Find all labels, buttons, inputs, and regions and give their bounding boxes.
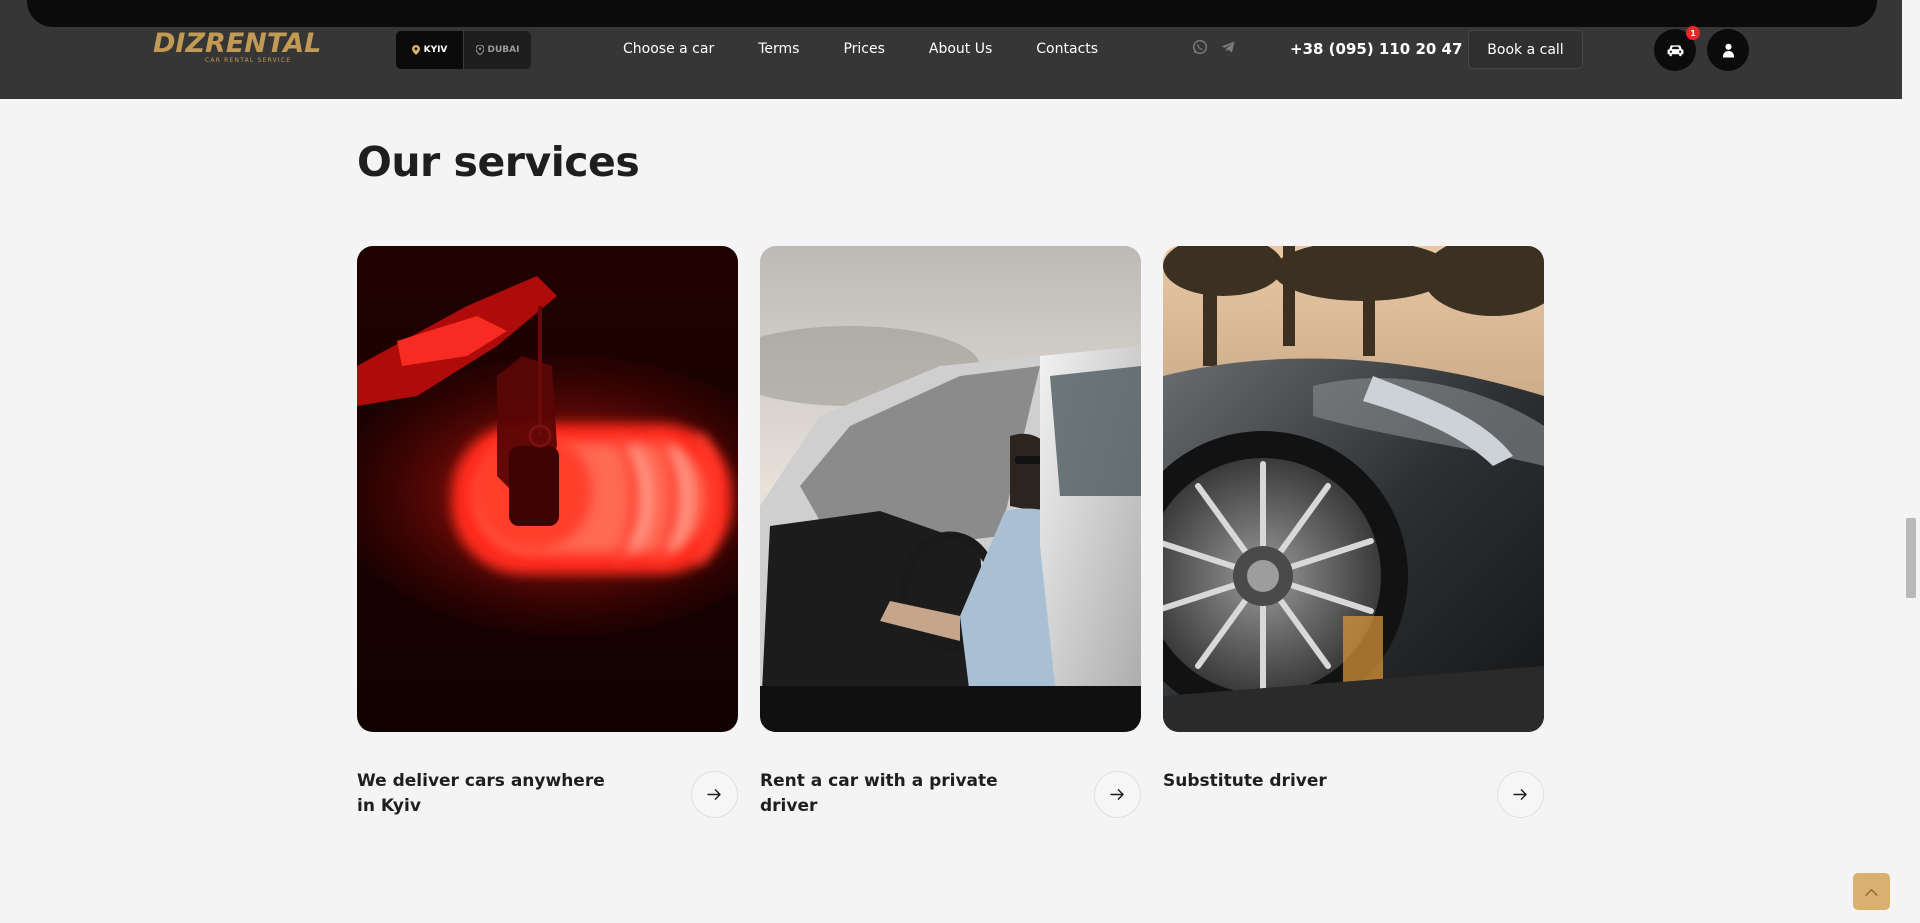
arrow-right-icon: [707, 789, 721, 800]
arrow-right-icon: [1110, 789, 1124, 800]
nav-contacts[interactable]: Contacts: [1036, 38, 1098, 60]
service-title-private-driver[interactable]: Rent a car with a private driver: [760, 769, 1030, 819]
account-button[interactable]: [1707, 29, 1749, 71]
service-title-substitute-driver[interactable]: Substitute driver: [1163, 769, 1433, 794]
logo-tagline: CAR RENTAL SERVICE: [205, 57, 292, 64]
service-image-private-driver[interactable]: [760, 246, 1141, 732]
nav-terms[interactable]: Terms: [758, 38, 799, 60]
book-a-call-button[interactable]: Book a call: [1468, 30, 1583, 69]
nav-prices[interactable]: Prices: [843, 38, 884, 60]
page-scrollbar[interactable]: [1902, 0, 1920, 923]
phone-number[interactable]: +38 (095) 110 20 47: [1290, 38, 1462, 60]
logo[interactable]: DIZRENTAL CAR RENTAL SERVICE: [153, 30, 337, 68]
social-links: [1192, 39, 1236, 55]
city-option-dubai[interactable]: DUBAI: [463, 31, 531, 69]
whatsapp-icon[interactable]: [1192, 39, 1208, 55]
cart-count-badge: 1: [1686, 26, 1700, 40]
section-title: Our services: [357, 138, 640, 186]
user-icon: [1722, 43, 1734, 57]
logo-name: DIZRENTAL: [153, 28, 322, 59]
location-pin-icon: [475, 45, 484, 55]
service-title-delivery[interactable]: We deliver cars anywhere in Kyiv: [357, 769, 627, 819]
city-label: DUBAI: [487, 45, 520, 55]
scroll-to-top-button[interactable]: [1853, 873, 1890, 910]
arrow-right-icon: [1513, 789, 1527, 800]
chevron-up-icon: [1865, 888, 1878, 896]
service-image-delivery[interactable]: [357, 246, 738, 732]
site-header: DIZRENTAL CAR RENTAL SERVICE KYIV DUBAI …: [0, 0, 1902, 99]
car-icon: [1667, 44, 1683, 56]
cart-button[interactable]: 1: [1654, 26, 1700, 71]
main-nav: Choose a car Terms Prices About Us Conta…: [623, 38, 1098, 60]
top-bar: [27, 0, 1877, 27]
city-label: KYIV: [423, 45, 448, 55]
service-arrow-button-private-driver[interactable]: [1094, 771, 1141, 818]
service-arrow-button-delivery[interactable]: [691, 771, 738, 818]
location-pin-icon: [411, 45, 420, 55]
nav-choose-a-car[interactable]: Choose a car: [623, 38, 714, 60]
telegram-icon[interactable]: [1220, 39, 1236, 55]
service-arrow-button-substitute-driver[interactable]: [1497, 771, 1544, 818]
city-switcher: KYIV DUBAI: [396, 31, 531, 69]
scrollbar-thumb[interactable]: [1906, 518, 1916, 598]
nav-about-us[interactable]: About Us: [929, 38, 992, 60]
service-image-substitute-driver[interactable]: [1163, 246, 1544, 732]
city-option-kyiv[interactable]: KYIV: [396, 31, 463, 69]
